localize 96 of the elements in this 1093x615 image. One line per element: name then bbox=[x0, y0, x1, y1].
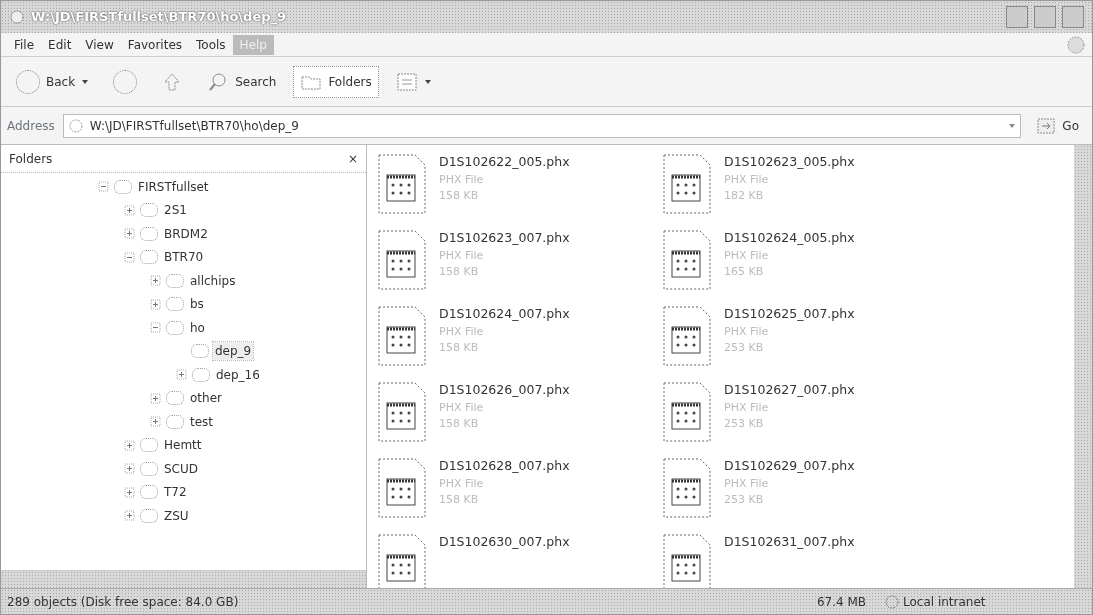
file-icon bbox=[662, 381, 714, 443]
expand-icon[interactable] bbox=[150, 298, 161, 310]
horizontal-scrollbar[interactable] bbox=[1, 570, 366, 588]
file-name: D1S102624_007.phx bbox=[439, 305, 570, 323]
file-icon bbox=[377, 305, 429, 367]
expand-icon[interactable] bbox=[176, 369, 187, 381]
file-name: D1S102625_007.phx bbox=[724, 305, 855, 323]
tree-item[interactable]: test bbox=[188, 412, 216, 431]
file-name: D1S102628_007.phx bbox=[439, 457, 570, 475]
caret-icon bbox=[423, 77, 432, 86]
grid-view-icon bbox=[395, 70, 418, 93]
file-name: D1S102623_005.phx bbox=[724, 153, 855, 171]
search-button[interactable]: Search bbox=[200, 65, 284, 98]
tree-item[interactable]: dep_16 bbox=[214, 365, 262, 384]
window-title: W:\JD\FIRSTfullset\BTR70\ho\dep_9 bbox=[31, 8, 287, 27]
tree-item[interactable]: allchips bbox=[188, 271, 238, 290]
dropdown-arrow-icon[interactable] bbox=[1008, 121, 1017, 130]
file-name: D1S102622_005.phx bbox=[439, 153, 570, 171]
file-name: D1S102624_005.phx bbox=[724, 229, 855, 247]
tree-item[interactable]: dep_9 bbox=[213, 342, 254, 361]
file-type: PHX File bbox=[439, 323, 485, 340]
tree-item[interactable]: BRDM2 bbox=[162, 224, 210, 243]
expand-icon[interactable] bbox=[150, 275, 161, 287]
tree-item[interactable]: ho bbox=[188, 318, 207, 337]
folders-button[interactable]: Folders bbox=[293, 65, 379, 98]
file-icon bbox=[662, 229, 714, 291]
address-label: Address bbox=[7, 117, 55, 135]
file-icon bbox=[662, 533, 714, 588]
close-button[interactable]: × bbox=[347, 149, 358, 168]
file-type: PHX File bbox=[439, 399, 485, 416]
expand-icon[interactable] bbox=[150, 392, 161, 404]
go-button[interactable]: Go bbox=[1029, 111, 1086, 140]
collapse-icon[interactable] bbox=[124, 251, 135, 263]
file-size: 158 KB bbox=[439, 340, 480, 357]
file-icon bbox=[377, 229, 429, 291]
file-name: D1S102630_007.phx bbox=[439, 533, 570, 551]
file-name: D1S102627_007.phx bbox=[724, 381, 855, 399]
file-type: PHX File bbox=[439, 247, 485, 264]
menu-item[interactable]: Favorites bbox=[120, 34, 190, 55]
status-size: 67.4 MB bbox=[815, 593, 867, 611]
tree-item[interactable]: 2S1 bbox=[162, 201, 189, 220]
file-type: PHX File bbox=[724, 247, 770, 264]
file-icon bbox=[377, 533, 429, 588]
file-size: 165 KB bbox=[724, 264, 765, 281]
caret-icon bbox=[81, 77, 90, 86]
panel-title: Folders bbox=[9, 150, 53, 168]
collapse-icon[interactable] bbox=[98, 181, 109, 193]
file-size: 158 KB bbox=[439, 188, 480, 205]
menu-item[interactable]: Edit bbox=[41, 34, 79, 55]
expand-icon[interactable] bbox=[124, 463, 135, 475]
file-size: 253 KB bbox=[724, 340, 765, 357]
file-size: 158 KB bbox=[439, 416, 480, 433]
tree-item[interactable]: Hemtt bbox=[162, 436, 204, 455]
file-size: 158 KB bbox=[439, 264, 480, 281]
collapse-icon[interactable] bbox=[150, 322, 161, 334]
file-icon bbox=[662, 305, 714, 367]
file-icon bbox=[662, 153, 714, 215]
tree-item[interactable]: bs bbox=[188, 295, 206, 314]
file-icon bbox=[377, 457, 429, 519]
file-size: 158 KB bbox=[439, 492, 480, 509]
file-name: D1S102623_007.phx bbox=[439, 229, 570, 247]
expand-icon[interactable] bbox=[124, 204, 135, 216]
expand-icon[interactable] bbox=[150, 416, 161, 428]
zone-text: Local intranet bbox=[903, 593, 986, 611]
file-type: PHX File bbox=[724, 323, 770, 340]
tree-item[interactable]: BTR70 bbox=[162, 248, 206, 267]
file-name: D1S102631_007.phx bbox=[724, 533, 855, 551]
tree-item[interactable]: ZSU bbox=[162, 506, 191, 525]
file-size: 182 KB bbox=[724, 188, 765, 205]
file-icon bbox=[377, 381, 429, 443]
file-size: 253 KB bbox=[724, 492, 765, 509]
tree-item[interactable]: T72 bbox=[162, 483, 189, 502]
file-icon bbox=[377, 153, 429, 215]
file-type: PHX File bbox=[724, 475, 770, 492]
file-name: D1S102626_007.phx bbox=[439, 381, 570, 399]
address-field[interactable]: W:\JD\FIRSTfullset\BTR70\ho\dep_9 bbox=[62, 113, 1022, 138]
expand-icon[interactable] bbox=[124, 510, 135, 522]
file-size: 253 KB bbox=[724, 416, 765, 433]
tree-item[interactable]: other bbox=[188, 389, 224, 408]
back-button[interactable]: Back bbox=[9, 64, 97, 99]
status-text: 289 objects (Disk free space: 84.0 GB) bbox=[6, 593, 240, 611]
file-icon bbox=[662, 457, 714, 519]
vertical-scrollbar[interactable] bbox=[1074, 145, 1092, 588]
menu-item[interactable]: File bbox=[7, 34, 42, 55]
expand-icon[interactable] bbox=[124, 486, 135, 498]
expand-icon[interactable] bbox=[124, 228, 135, 240]
file-type: PHX File bbox=[724, 399, 770, 416]
menu-item[interactable]: View bbox=[78, 34, 121, 55]
tree-item[interactable]: SCUD bbox=[162, 459, 201, 478]
tree-item[interactable]: FIRSTfullset bbox=[136, 177, 211, 196]
file-type: PHX File bbox=[439, 171, 485, 188]
expand-icon[interactable] bbox=[124, 439, 135, 451]
menu-item[interactable]: Tools bbox=[189, 34, 233, 55]
file-name: D1S102629_007.phx bbox=[724, 457, 855, 475]
file-type: PHX File bbox=[724, 171, 770, 188]
file-type: PHX File bbox=[439, 475, 485, 492]
